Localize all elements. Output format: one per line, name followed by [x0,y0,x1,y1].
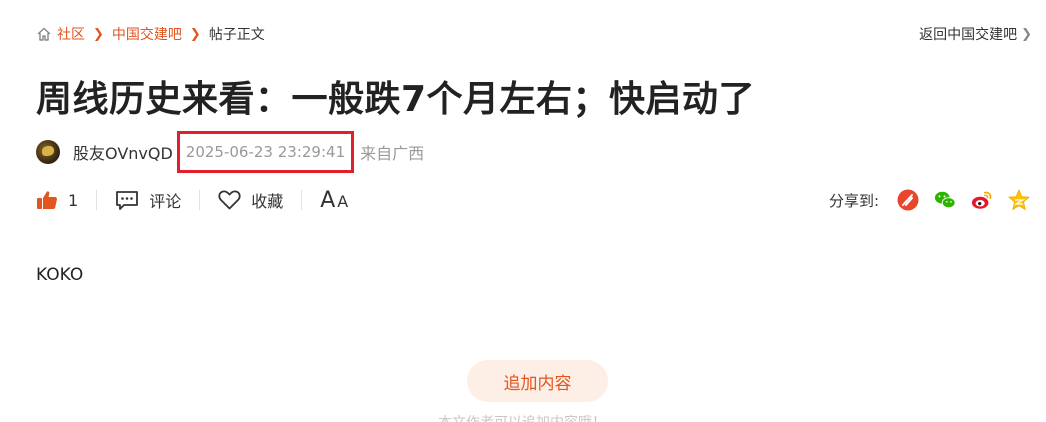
font-size-toggle[interactable]: A A [320,188,348,213]
append-content-button[interactable]: 追加内容 [467,360,608,402]
font-size-small: A [337,191,349,211]
avatar[interactable] [36,140,60,164]
post-location: 来自广西 [360,144,425,163]
breadcrumb-current: 帖子正文 [208,27,265,43]
post-page: 社区 ❯ 中国交建吧 ❯ 帖子正文 返回中国交建吧 ❯ 周线历史来看：一般跌7个… [0,0,1046,422]
collect-label: 收藏 [251,192,284,211]
like-count: 1 [68,190,79,210]
back-to-forum-label: 返回中国交建吧 [919,27,1018,43]
share-bar: 分享到: [829,186,1030,214]
like-button[interactable]: 1 [36,190,78,210]
post-content: KOKO [36,265,84,285]
share-label: 分享到: [828,191,879,210]
chevron-right-icon: ❯ [1021,26,1032,42]
divider [301,190,303,210]
home-icon[interactable] [36,26,52,42]
heart-icon [218,190,241,210]
breadcrumb: 社区 ❯ 中国交建吧 ❯ 帖子正文 [36,24,265,44]
post-meta: 股友OVnvQD 2025-06-23 23:29:41 来自广西 [36,131,425,173]
sina-weibo-icon[interactable] [971,189,993,211]
breadcrumb-forum-link[interactable]: 中国交建吧 [112,24,182,44]
chevron-right-icon: ❯ [189,26,201,42]
divider [96,190,98,210]
back-to-forum-link[interactable]: 返回中国交建吧 ❯ [919,24,1032,44]
collect-button[interactable]: 收藏 [218,188,283,212]
thumbs-up-icon [37,191,57,209]
font-size-large: A [320,187,336,213]
post-time: 2025-06-23 23:29:41 [176,131,355,173]
qzone-icon[interactable] [1008,189,1030,211]
chevron-right-icon: ❯ [93,26,104,42]
post-actions: 1 评论 收藏 A A [36,186,348,214]
author-name[interactable]: 股友OVnvQD [73,140,173,164]
comment-button[interactable]: 评论 [115,188,181,212]
divider [199,190,201,210]
wechat-icon[interactable] [934,189,956,211]
tencent-weibo-icon[interactable] [897,189,919,211]
comment-icon [116,191,139,210]
breadcrumb-community-link[interactable]: 社区 [57,24,85,44]
post-title: 周线历史来看：一般跌7个月左右；快启动了 [36,79,756,120]
comment-label: 评论 [149,192,182,211]
append-hint: 本文作者可以追加内容哦！ [438,412,606,422]
